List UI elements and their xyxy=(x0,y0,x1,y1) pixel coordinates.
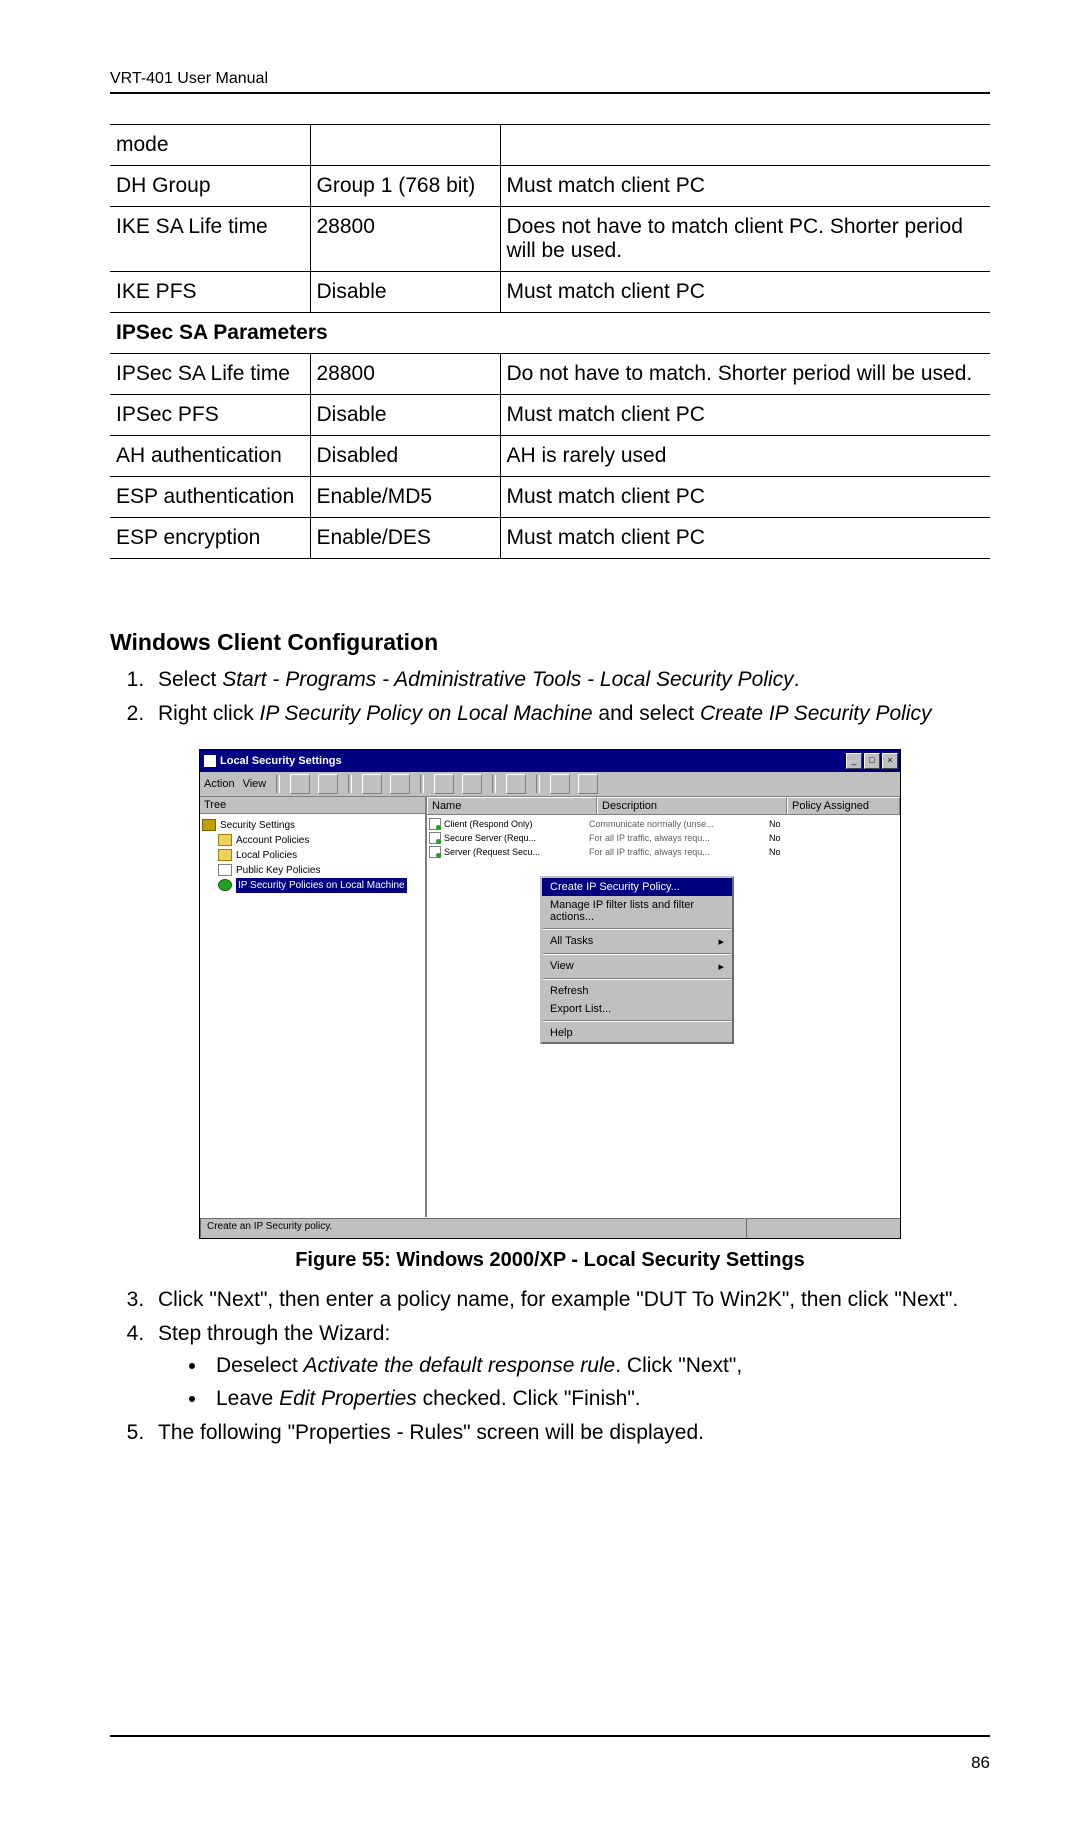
chevron-right-icon: ▸ xyxy=(718,960,724,973)
table-row: ESP encryptionEnable/DESMust match clien… xyxy=(110,518,990,559)
tree-tab[interactable]: Tree xyxy=(200,797,425,814)
tree-item[interactable]: Local Policies xyxy=(202,848,423,863)
table-row: IKE PFSDisableMust match client PC xyxy=(110,272,990,313)
table-row: mode xyxy=(110,125,990,166)
status-bar: Create an IP Security policy. xyxy=(200,1217,900,1238)
page-header: VRT-401 User Manual xyxy=(110,70,990,88)
folder-icon xyxy=(218,864,232,876)
maximize-button[interactable]: □ xyxy=(864,753,880,769)
list-item: Right click IP Security Policy on Local … xyxy=(150,700,990,728)
forward-icon[interactable] xyxy=(318,774,338,794)
page-number: 86 xyxy=(971,1753,990,1773)
globe-icon xyxy=(218,879,232,891)
table-section-header: IPSec SA Parameters xyxy=(110,313,990,354)
column-description[interactable]: Description xyxy=(597,797,787,814)
menu-item-create-policy[interactable]: Create IP Security Policy... xyxy=(542,878,732,896)
list-item: The following "Properties - Rules" scree… xyxy=(150,1419,990,1447)
book-icon xyxy=(202,819,216,831)
menu-view[interactable]: View xyxy=(243,778,267,790)
folder-icon xyxy=(218,834,232,846)
app-icon xyxy=(204,755,216,767)
toolbar-icon[interactable] xyxy=(362,774,382,794)
policy-icon xyxy=(429,846,441,858)
list-item: Click "Next", then enter a policy name, … xyxy=(150,1286,990,1314)
table-row: DH GroupGroup 1 (768 bit)Must match clie… xyxy=(110,166,990,207)
tree-item[interactable]: Account Policies xyxy=(202,833,423,848)
menubar: Action View xyxy=(200,772,900,797)
menu-item-help[interactable]: Help xyxy=(542,1024,732,1042)
tree-pane: Tree Security Settings Account Policies … xyxy=(200,797,427,1217)
menu-item-manage[interactable]: Manage IP filter lists and filter action… xyxy=(542,896,732,926)
policy-icon xyxy=(429,832,441,844)
parameters-table: mode DH GroupGroup 1 (768 bit)Must match… xyxy=(110,124,990,559)
column-assigned[interactable]: Policy Assigned xyxy=(787,797,900,814)
policy-icon xyxy=(429,818,441,830)
status-text: Create an IP Security policy. xyxy=(200,1218,746,1238)
footer-rule xyxy=(110,1735,990,1737)
titlebar[interactable]: Local Security Settings _ □ × xyxy=(200,750,900,772)
toolbar-icon[interactable] xyxy=(390,774,410,794)
toolbar-icon[interactable] xyxy=(578,774,598,794)
steps-list: Select Start - Programs - Administrative… xyxy=(110,666,990,729)
menu-item-refresh[interactable]: Refresh xyxy=(542,982,732,1000)
tree-item-ipsec[interactable]: IP Security Policies on Local Machine xyxy=(202,878,423,893)
list-item: Deselect Activate the default response r… xyxy=(208,1352,990,1380)
close-button[interactable]: × xyxy=(882,753,898,769)
section-title: Windows Client Configuration xyxy=(110,629,990,656)
menu-action[interactable]: Action xyxy=(204,778,235,790)
menu-item-export[interactable]: Export List... xyxy=(542,1000,732,1018)
figure-caption: Figure 55: Windows 2000/XP - Local Secur… xyxy=(110,1249,990,1272)
window-title: Local Security Settings xyxy=(220,755,846,767)
toolbar-icon[interactable] xyxy=(462,774,482,794)
list-item[interactable]: Server (Request Secu... For all IP traff… xyxy=(429,845,898,859)
status-cell xyxy=(746,1218,900,1238)
chevron-right-icon: ▸ xyxy=(718,935,724,948)
list-item[interactable]: Secure Server (Requ... For all IP traffi… xyxy=(429,831,898,845)
menu-item-view[interactable]: View▸ xyxy=(542,957,732,976)
tree-item-root[interactable]: Security Settings xyxy=(202,818,423,833)
steps-list-continued: Click "Next", then enter a policy name, … xyxy=(110,1286,990,1448)
table-row: IPSec PFSDisableMust match client PC xyxy=(110,395,990,436)
menu-item-all-tasks[interactable]: All Tasks▸ xyxy=(542,932,732,951)
toolbar-icon[interactable] xyxy=(434,774,454,794)
list-item[interactable]: Client (Respond Only) Communicate normal… xyxy=(429,817,898,831)
list-item: Step through the Wizard: Deselect Activa… xyxy=(150,1320,990,1413)
toolbar-icon[interactable] xyxy=(550,774,570,794)
list-header: Name Description Policy Assigned xyxy=(427,797,900,815)
table-row: IKE SA Life time28800Does not have to ma… xyxy=(110,207,990,272)
folder-icon xyxy=(218,849,232,861)
column-name[interactable]: Name xyxy=(427,797,597,814)
context-menu: Create IP Security Policy... Manage IP f… xyxy=(540,876,734,1044)
tree-item[interactable]: Public Key Policies xyxy=(202,863,423,878)
back-icon[interactable] xyxy=(290,774,310,794)
toolbar-icon[interactable] xyxy=(506,774,526,794)
table-row: IPSec SA Life time28800Do not have to ma… xyxy=(110,354,990,395)
list-item: Select Start - Programs - Administrative… xyxy=(150,666,990,694)
list-item: Leave Edit Properties checked. Click "Fi… xyxy=(208,1385,990,1413)
table-row: ESP authenticationEnable/MD5Must match c… xyxy=(110,477,990,518)
minimize-button[interactable]: _ xyxy=(846,753,862,769)
header-rule xyxy=(110,92,990,94)
table-row: AH authenticationDisabledAH is rarely us… xyxy=(110,436,990,477)
